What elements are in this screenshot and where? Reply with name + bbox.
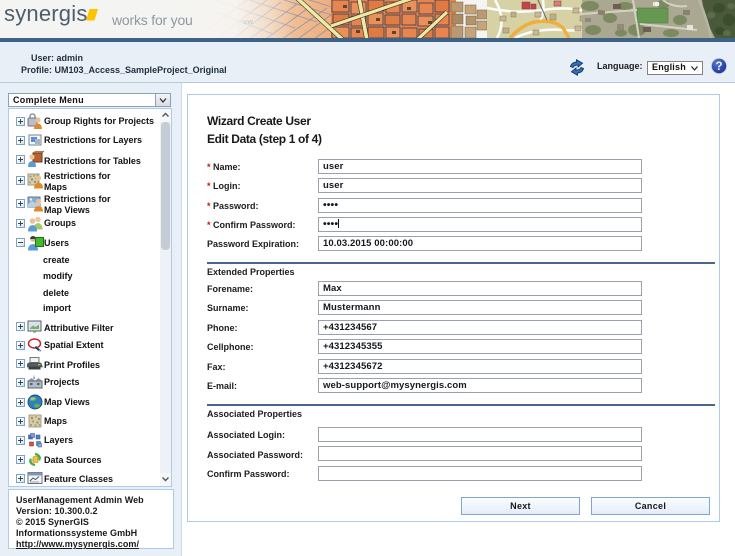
- svg-text:?: ?: [715, 61, 722, 73]
